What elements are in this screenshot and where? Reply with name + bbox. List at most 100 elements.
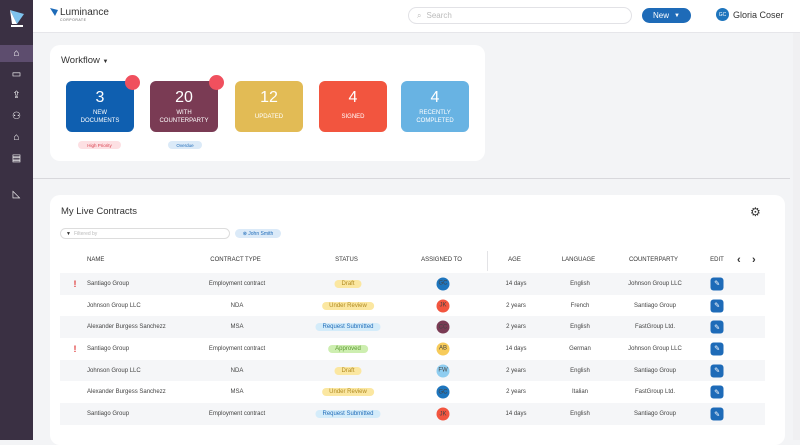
contract-name[interactable]: Santiago Group: [87, 281, 129, 287]
brand-sub: CORPORATE: [60, 18, 87, 22]
counterparty: Johnson Group LLC: [628, 280, 682, 287]
caret-down-icon: ▼: [674, 12, 680, 19]
contract-name[interactable]: Johnson Group LLC: [87, 368, 141, 374]
edit-button[interactable]: ✎: [710, 407, 724, 421]
edit-button[interactable]: ✎: [710, 299, 724, 313]
tile-label-line: SIGNED: [341, 114, 365, 120]
sidebar-home[interactable]: ⌂: [0, 45, 33, 62]
edit-button[interactable]: ✎: [710, 385, 724, 399]
top-header: Luminance CORPORATE ⌕ Search New ▼ GC Gloria…: [33, 0, 800, 33]
sidebar-bank[interactable]: ⌂: [0, 129, 33, 146]
status-badge: Draft: [334, 366, 362, 375]
language: English: [570, 324, 590, 331]
workflow-tile[interactable]: 4 SIGNED: [319, 81, 387, 132]
sidebar-upload[interactable]: ⇪: [0, 87, 33, 104]
status-badge: Draft: [334, 279, 362, 288]
age: 2 years: [506, 302, 526, 309]
table-row[interactable]: ! Santiago Group Employment contract Draft G…: [60, 273, 765, 295]
edit-document-icon: ✎: [714, 324, 720, 332]
workflow-dropdown[interactable]: Workflow ▼: [61, 55, 108, 66]
filter-input[interactable]: ▼ Filtered by: [60, 228, 230, 239]
column-header[interactable]: CONTRACT TYPE: [210, 257, 263, 263]
brand-logo-icon: [50, 8, 58, 16]
live-contracts-card: My Live Contracts ⚙ ▼ Filtered by ⊗ John …: [50, 195, 785, 445]
search-input[interactable]: ⌕ Search: [408, 7, 632, 24]
alert-dot: [125, 75, 140, 90]
language: German: [569, 345, 591, 352]
status-badge: Approved: [328, 344, 368, 353]
column-header-label: LANGUAGE: [561, 257, 596, 263]
column-header-label: CONTRACT TYPE: [210, 257, 261, 263]
sidebar-hierarchy[interactable]: ⚇: [0, 108, 33, 125]
hierarchy-icon: ⚇: [12, 111, 21, 122]
column-header[interactable]: LANGUAGE: [562, 257, 598, 263]
tile-count: 12: [260, 89, 278, 106]
workflow-tile[interactable]: 3 NEW DOCUMENTS: [66, 81, 134, 132]
filter-chip-label: John Smith: [248, 230, 274, 237]
table-row[interactable]: Johnson Group LLC NDA Draft FW 2 years Englis…: [60, 359, 765, 382]
contract-type: NDA: [230, 302, 244, 309]
contract-name[interactable]: Johnson Group LLC: [87, 303, 141, 309]
column-header-label: COUNTERPARTY: [628, 257, 679, 263]
filter-placeholder: Filtered by: [73, 230, 98, 237]
edit-button[interactable]: ✎: [710, 364, 724, 378]
table-row[interactable]: Alexander Burgess Sanchezz MSA Under Revie…: [60, 382, 765, 404]
table-row[interactable]: Santiago Group Employment contract Request…: [60, 403, 765, 425]
chevron-left-icon[interactable]: ‹: [737, 254, 741, 266]
language: English: [570, 411, 590, 418]
contract-name[interactable]: Alexander Burgess Sanchezz: [87, 389, 166, 395]
language: French: [570, 302, 590, 309]
age: 2 years: [506, 324, 526, 331]
counterparty: Johnson Group LLC: [628, 345, 682, 352]
table-row[interactable]: Alexander Burgess Sanchezz MSA Request Sub…: [60, 316, 765, 339]
column-header[interactable]: NAME: [87, 257, 107, 263]
contract-type: Employment contract: [208, 280, 266, 287]
table-row[interactable]: Johnson Group LLC NDA Under Review JK 2 year…: [60, 295, 765, 317]
contract-name[interactable]: Alexander Burgess Sanchezz: [87, 324, 166, 330]
sail-icon: ◺: [12, 189, 21, 200]
column-header[interactable]: AGE: [508, 257, 524, 263]
contract-name[interactable]: Santiago Group: [87, 346, 129, 352]
counterparty: FastGroup Ltd.: [634, 324, 676, 331]
tile-label: UPDATED: [235, 114, 303, 122]
column-header[interactable]: STATUS: [335, 257, 361, 263]
table-row[interactable]: ! Santiago Group Employment contract Approv…: [60, 338, 765, 360]
scrollbar[interactable]: [793, 33, 800, 440]
column-header-label: NAME: [87, 257, 105, 263]
filter-chip[interactable]: ⊗ John Smith: [235, 229, 281, 238]
workflow-tile[interactable]: 12 UPDATED: [235, 81, 303, 132]
column-header-label: EDIT: [710, 257, 724, 263]
tile-label-line: RECENTLY: [419, 110, 451, 116]
assignee-avatar: GC: [436, 277, 450, 291]
contract-type: NDA: [230, 367, 244, 374]
workflow-tile[interactable]: 4 RECENTLY COMPLETED: [401, 81, 469, 132]
column-header[interactable]: ASSIGNED TO: [421, 257, 465, 263]
edit-button[interactable]: ✎: [710, 342, 724, 356]
chevron-right-icon[interactable]: ›: [752, 254, 756, 266]
user-menu[interactable]: GC Gloria Coser: [716, 8, 784, 21]
edit-button[interactable]: ✎: [710, 277, 724, 291]
gear-icon[interactable]: ⚙: [750, 205, 761, 219]
edit-button[interactable]: ✎: [710, 320, 724, 334]
edit-document-icon: ✎: [714, 280, 720, 288]
tile-label: WITH COUNTERPARTY: [150, 110, 218, 125]
contract-name[interactable]: Santiago Group: [87, 411, 129, 417]
upload-icon: ⇪: [12, 90, 21, 101]
sidebar-document[interactable]: ▤: [0, 150, 33, 167]
edit-document-icon: ✎: [714, 411, 720, 419]
search-icon: ⌕: [417, 10, 422, 20]
edit-document-icon: ✎: [714, 389, 720, 397]
priority-flag-icon: !: [73, 278, 77, 289]
workflow-tile[interactable]: 20 WITH COUNTERPARTY: [150, 81, 218, 132]
column-header[interactable]: COUNTERPARTY: [629, 257, 681, 263]
status-badge: Under Review: [322, 388, 374, 397]
column-header[interactable]: EDIT: [710, 257, 724, 263]
sidebar-sail[interactable]: ◺: [0, 186, 33, 203]
luminance-logo: [10, 10, 24, 27]
caret-down-icon: ▼: [102, 59, 109, 65]
brand-name: Luminance: [60, 7, 109, 18]
sidebar-inbox[interactable]: ▭: [0, 66, 33, 83]
age: 2 years: [506, 389, 526, 396]
new-button[interactable]: New ▼: [642, 8, 691, 23]
home-icon: ⌂: [13, 48, 20, 59]
